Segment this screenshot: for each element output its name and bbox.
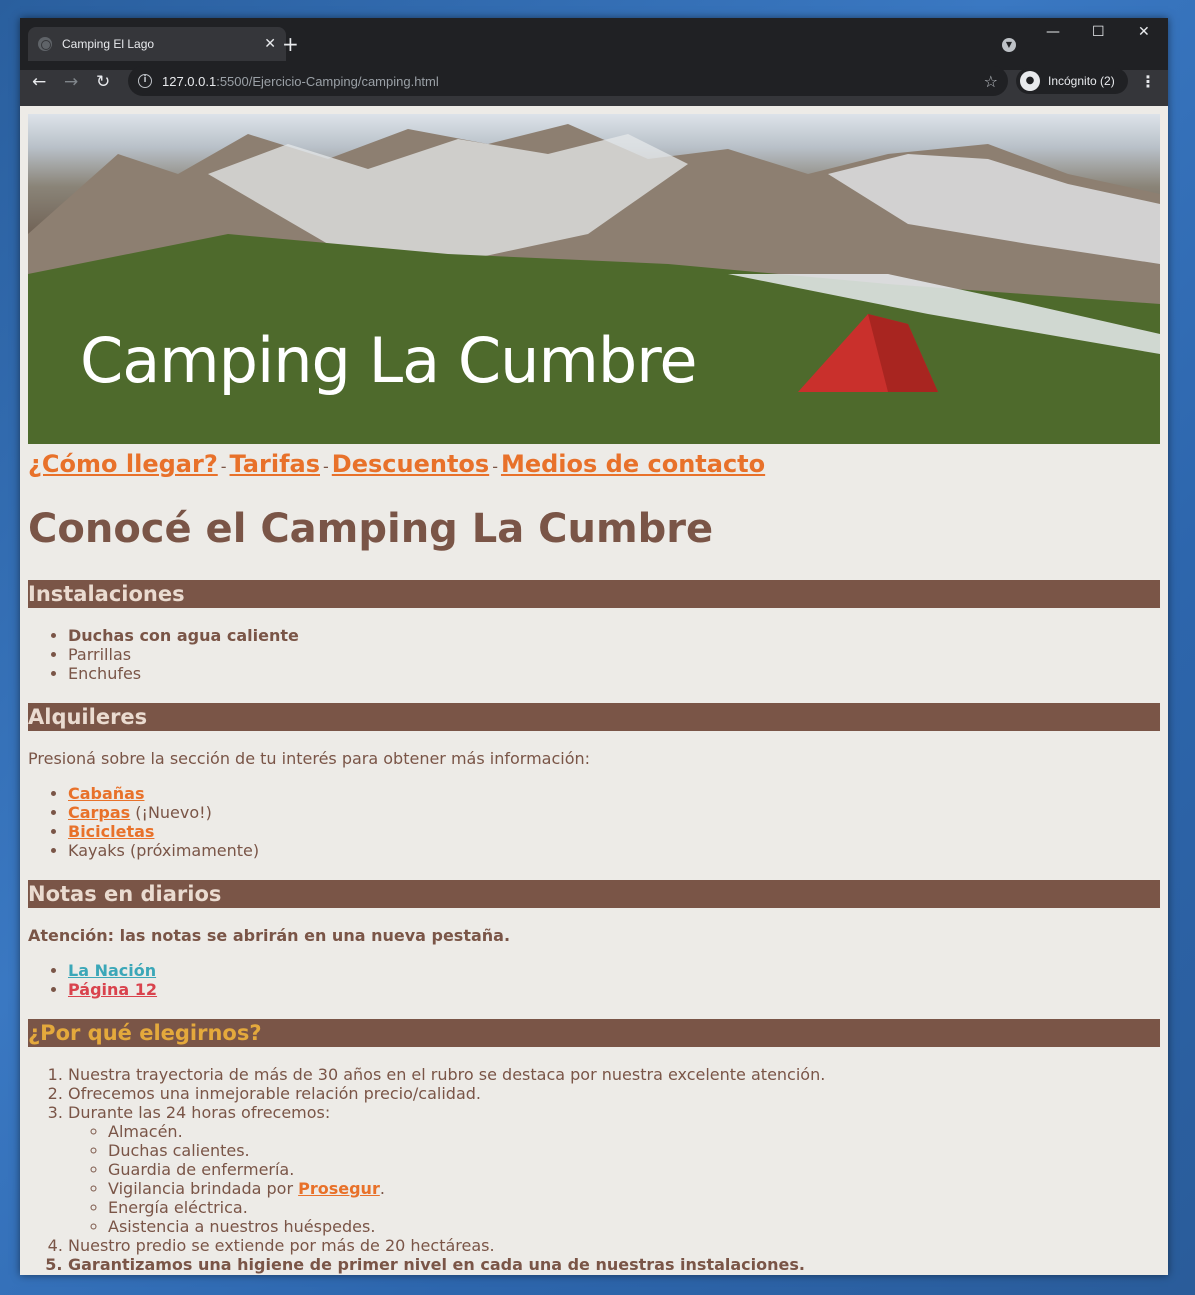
- menu-icon[interactable]: ⋮: [1140, 72, 1156, 91]
- section-heading-por-que: ¿Por qué elegirnos?: [28, 1019, 1160, 1047]
- list-item: La Nación: [68, 961, 1160, 980]
- list-item: Cabañas: [68, 784, 1160, 803]
- incognito-label: Incógnito (2): [1048, 74, 1115, 88]
- new-note: (¡Nuevo!): [130, 803, 212, 822]
- servicios-sublist: Almacén. Duchas calientes. Guardia de en…: [68, 1122, 1160, 1236]
- list-item: Nuestro predio se extiende por más de 20…: [68, 1236, 1160, 1255]
- list-item: Bicicletas: [68, 822, 1160, 841]
- back-button[interactable]: ←: [32, 72, 46, 92]
- sub-list-item: Almacén.: [108, 1122, 1160, 1141]
- reload-button[interactable]: ↻: [96, 72, 110, 92]
- sub-list-item: Duchas calientes.: [108, 1141, 1160, 1160]
- link-cabanas[interactable]: Cabañas: [68, 784, 145, 803]
- main-nav: ¿Cómo llegar? - Tarifas - Descuentos - Medios …: [28, 450, 1160, 478]
- link-carpas[interactable]: Carpas: [68, 803, 130, 822]
- list-item: Nuestra trayectoria de más de 30 años en…: [68, 1065, 1160, 1084]
- list-item: Garantizamos una higiene de primer nivel…: [68, 1255, 1160, 1274]
- page-title: Conocé el Camping La Cumbre: [28, 506, 714, 552]
- address-bar[interactable]: i 127.0.0.1:5500/Ejercicio-Camping/campi…: [128, 66, 1008, 96]
- list-item: Kayaks (próximamente): [68, 841, 1160, 860]
- list-item: Ofrecemos una inmejorable relación preci…: [68, 1084, 1160, 1103]
- nav-separator: -: [220, 457, 227, 476]
- header-banner: Camping La Cumbre: [28, 114, 1160, 444]
- section-heading-alquileres: Alquileres: [28, 703, 1160, 731]
- link-la-nacion[interactable]: La Nación: [68, 961, 156, 980]
- globe-icon: [38, 37, 52, 51]
- page-content: Camping La Cumbre ¿Cómo llegar? - Tarifas -…: [20, 106, 1168, 1274]
- nav-link-contacto[interactable]: Medios de contacto: [501, 450, 765, 478]
- new-tab-button[interactable]: +: [282, 32, 299, 56]
- title-bar: Camping El Lago ✕ + ▼ — ☐ ✕: [20, 18, 1168, 70]
- link-pagina-12[interactable]: Página 12: [68, 980, 157, 999]
- nav-link-descuentos[interactable]: Descuentos: [332, 450, 489, 478]
- list-item: Carpas (¡Nuevo!): [68, 803, 1160, 822]
- nav-separator: -: [492, 457, 498, 476]
- sub-list-item: Vigilancia brindada por Prosegur.: [108, 1179, 1160, 1198]
- close-tab-icon[interactable]: ✕: [264, 36, 276, 52]
- sub-list-item: Energía eléctrica.: [108, 1198, 1160, 1217]
- instalaciones-list: Duchas con agua caliente Parrillas Enchu…: [28, 626, 1160, 683]
- browser-toolbar: ← → ↻ i 127.0.0.1:5500/Ejercicio-Camping…: [20, 66, 1168, 98]
- tab-title: Camping El Lago: [62, 37, 155, 51]
- sub-list-item: Guardia de enfermería.: [108, 1160, 1160, 1179]
- nav-link-como-llegar[interactable]: ¿Cómo llegar?: [28, 450, 218, 478]
- notas-list: La Nación Página 12: [28, 961, 1160, 999]
- list-item: Durante las 24 horas ofrecemos: Almacén.…: [68, 1103, 1160, 1236]
- section-heading-instalaciones: Instalaciones: [28, 580, 1160, 608]
- por-que-list: Nuestra trayectoria de más de 30 años en…: [28, 1065, 1160, 1274]
- alquileres-list: Cabañas Carpas (¡Nuevo!) Bicicletas Kaya…: [28, 784, 1160, 860]
- close-window-button[interactable]: ✕: [1138, 24, 1150, 40]
- section-heading-notas: Notas en diarios: [28, 880, 1160, 908]
- browser-window: Camping El Lago ✕ + ▼ — ☐ ✕ ← → ↻ i 127.…: [20, 18, 1168, 1275]
- sub-list-item: Asistencia a nuestros huéspedes.: [108, 1217, 1160, 1236]
- nav-separator: -: [323, 457, 329, 476]
- maximize-button[interactable]: ☐: [1092, 24, 1105, 40]
- minimize-button[interactable]: —: [1046, 24, 1060, 40]
- incognito-icon: ●: [1020, 71, 1040, 91]
- incognito-badge[interactable]: ● Incógnito (2): [1016, 68, 1128, 94]
- list-item: Página 12: [68, 980, 1160, 999]
- info-icon[interactable]: i: [138, 74, 152, 88]
- nav-link-tarifas[interactable]: Tarifas: [230, 450, 320, 478]
- tab-search-icon[interactable]: ▼: [1002, 38, 1016, 52]
- list-item: Duchas con agua caliente: [68, 626, 1160, 645]
- browser-tab[interactable]: Camping El Lago ✕: [28, 27, 286, 61]
- bookmark-star-icon[interactable]: ☆: [984, 72, 998, 91]
- link-prosegur[interactable]: Prosegur: [298, 1179, 380, 1198]
- alquileres-intro: Presioná sobre la sección de tu interés …: [28, 749, 591, 768]
- url-text[interactable]: 127.0.0.1:5500/Ejercicio-Camping/camping…: [162, 74, 439, 89]
- notas-warning: Atención: las notas se abrirán en una nu…: [28, 926, 511, 945]
- link-bicicletas[interactable]: Bicicletas: [68, 822, 154, 841]
- list-item: Parrillas: [68, 645, 1160, 664]
- banner-title: Camping La Cumbre: [80, 324, 697, 397]
- list-item: Enchufes: [68, 664, 1160, 683]
- forward-button[interactable]: →: [64, 72, 78, 92]
